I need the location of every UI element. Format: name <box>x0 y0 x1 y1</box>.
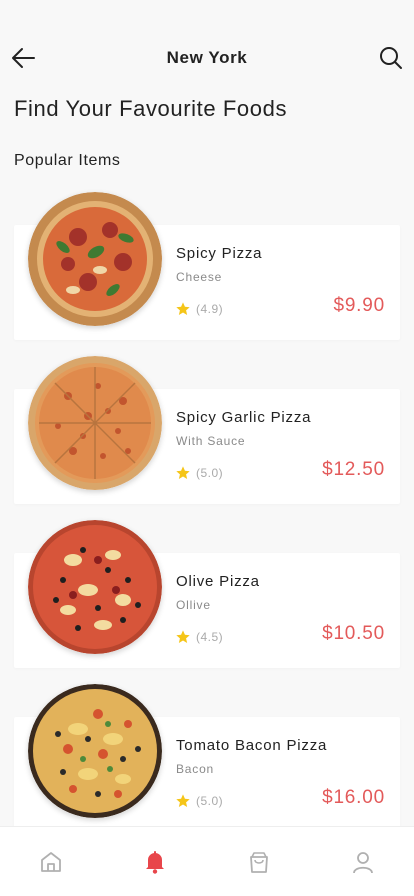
item-price: $16.00 <box>322 787 385 808</box>
pizza-image <box>28 520 162 654</box>
item-rating: (5.0) <box>196 794 224 808</box>
page-title: New York <box>166 48 248 67</box>
item-name: Tomato Bacon Pizza <box>176 737 328 754</box>
item-price: $10.50 <box>322 623 385 644</box>
item-name: Olive Pizza <box>176 573 260 590</box>
item-subtitle: Bacon <box>176 762 215 776</box>
star-icon <box>176 466 190 479</box>
top-bar: New York <box>0 38 414 78</box>
pizza-image <box>28 684 162 818</box>
bell-icon[interactable] <box>142 849 168 875</box>
item-subtitle: With Sauce <box>176 434 246 448</box>
section-title: Popular Items <box>14 152 121 169</box>
star-icon <box>176 794 190 807</box>
search-icon[interactable] <box>378 45 404 71</box>
user-icon[interactable] <box>350 849 376 875</box>
item-subtitle: Ollive <box>176 598 211 612</box>
item-rating: (4.5) <box>196 630 224 644</box>
app-screen: New York Find Your Favourite Foods Popul… <box>0 0 414 896</box>
home-icon[interactable] <box>38 849 64 875</box>
star-icon <box>176 630 190 643</box>
item-rating: (5.0) <box>196 466 224 480</box>
item-rating: (4.9) <box>196 302 224 316</box>
bottom-nav <box>0 826 414 896</box>
item-price: $12.50 <box>322 459 385 480</box>
item-name: Spicy Pizza <box>176 245 263 262</box>
item-subtitle: Cheese <box>176 270 223 284</box>
item-price: $9.90 <box>333 295 385 316</box>
main-heading: Find Your Favourite Foods <box>14 96 288 121</box>
shopping-bag-icon[interactable] <box>246 849 272 875</box>
star-icon <box>176 302 190 315</box>
pizza-image <box>28 192 162 326</box>
item-name: Spicy Garlic Pizza <box>176 409 312 426</box>
pizza-image <box>28 356 162 490</box>
